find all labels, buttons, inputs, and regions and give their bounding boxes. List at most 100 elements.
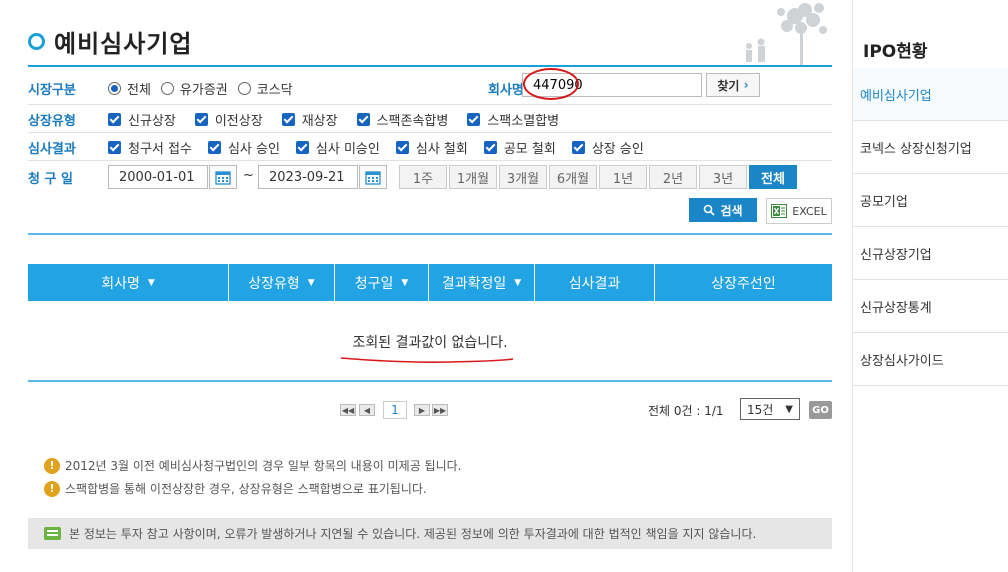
sort-down-icon: ▼ <box>307 277 315 288</box>
period-2year-button[interactable]: 2년 <box>649 165 697 189</box>
period-3month-button[interactable]: 3개월 <box>499 165 547 189</box>
search-icon <box>704 204 716 216</box>
column-underwriter: 상장주선인 <box>711 275 776 292</box>
first-page-icon: ◀◀ <box>341 405 355 415</box>
period-1month-button[interactable]: 1개월 <box>449 165 497 189</box>
message-icon <box>44 527 61 540</box>
checkbox-icon[interactable] <box>281 112 295 126</box>
page-size-select[interactable]: 15건 ▼ <box>740 398 800 420</box>
row-divider <box>28 160 832 161</box>
result-withdrawn[interactable]: 심사 철회 <box>395 138 468 157</box>
company-search-input[interactable] <box>522 73 702 97</box>
result-rejected[interactable]: 심사 미승인 <box>295 138 380 157</box>
excel-icon <box>771 204 788 218</box>
sidebar-item-preliminary-review[interactable]: 예비심사기업 <box>853 68 1008 121</box>
listing-type-transfer[interactable]: 이전상장 <box>194 110 263 129</box>
main-content: 예비심사기업 시장구분 전체 유가증권 코스닥 회사명 찾기 › <box>0 0 852 572</box>
radio-icon[interactable] <box>108 81 121 95</box>
column-company[interactable]: 회사명 ▼ <box>28 264 229 301</box>
result-offering-withdrawn[interactable]: 공모 철회 <box>483 138 556 157</box>
current-page[interactable]: 1 <box>383 401 407 419</box>
period-3year-button[interactable]: 3년 <box>699 165 747 189</box>
prev-page-icon: ◀ <box>363 405 371 415</box>
table-bottom-divider <box>28 380 832 382</box>
period-1week-button[interactable]: 1주 <box>399 165 447 189</box>
period-all-button[interactable]: 전체 <box>749 165 797 189</box>
sidebar-item-listing-stats[interactable]: 신규상장통계 <box>853 280 1008 333</box>
checkbox-icon[interactable] <box>467 112 481 126</box>
calendar-from-button[interactable] <box>209 165 237 189</box>
sidebar: IPO현황 예비심사기업 코넥스 상장신청기업 공모기업 신규상장기업 신규상장… <box>852 0 1008 572</box>
radio-icon[interactable] <box>160 81 174 95</box>
sidebar-item-konex-applicants[interactable]: 코넥스 상장신청기업 <box>853 121 1008 174</box>
warning-icon: ! <box>44 457 60 474</box>
listing-type-spac-survive[interactable]: 스팩존속합병 <box>356 110 448 129</box>
sidebar-item-public-offering[interactable]: 공모기업 <box>853 174 1008 227</box>
note-item: ! 스팩합병을 통해 이전상장한 경우, 상장유형은 스팩합병으로 표기됩니다. <box>44 480 427 497</box>
result-approved[interactable]: 심사 승인 <box>207 138 280 157</box>
checkbox-icon[interactable] <box>483 140 497 154</box>
disclaimer-box: 본 정보는 투자 참고 사항이며, 오류가 발생하거나 지연될 수 있습니다. … <box>28 518 832 549</box>
checkbox-icon[interactable] <box>356 112 370 126</box>
date-from-input[interactable]: 2000-01-01 <box>108 165 208 189</box>
prev-page-button[interactable]: ◀ <box>359 404 375 416</box>
checkbox-icon[interactable] <box>571 140 585 154</box>
period-1year-button[interactable]: 1년 <box>599 165 647 189</box>
checkbox-icon[interactable] <box>108 112 121 126</box>
title-bullet-icon <box>28 33 45 50</box>
listing-type-relisting[interactable]: 재상장 <box>281 110 338 129</box>
tree-illustration <box>746 3 827 66</box>
checkbox-icon[interactable] <box>395 140 409 154</box>
review-result-row: 심사결과 청구서 접수 심사 승인 심사 미승인 심사 철회 공모 철회 상장 … <box>28 134 832 160</box>
row-divider <box>28 132 832 133</box>
sort-down-icon: ▼ <box>514 277 522 288</box>
listing-type-label: 상장유형 <box>28 113 76 129</box>
column-listing-type[interactable]: 상장유형 ▼ <box>229 264 335 301</box>
chevron-right-icon: › <box>743 78 749 92</box>
go-button[interactable]: GO <box>809 401 832 419</box>
page-title: 예비심사기업 <box>28 24 192 59</box>
column-claim-date[interactable]: 청구일 ▼ <box>335 264 429 301</box>
checkbox-icon[interactable] <box>295 140 309 154</box>
radio-icon[interactable] <box>237 81 251 95</box>
checkbox-icon[interactable] <box>207 140 221 154</box>
company-label: 회사명 <box>488 82 524 98</box>
excel-download-button[interactable]: EXCEL <box>766 198 832 224</box>
row-divider <box>28 104 832 105</box>
market-option-all[interactable]: 전체 <box>108 79 151 98</box>
last-page-icon: ▶▶ <box>433 405 447 415</box>
note-item: ! 2012년 3월 이전 예비심사청구법인의 경우 일부 항목의 내용이 미제… <box>44 457 461 474</box>
find-button[interactable]: 찾기 › <box>706 73 760 97</box>
market-option-kospi[interactable]: 유가증권 <box>160 79 228 98</box>
market-label: 시장구분 <box>28 82 76 98</box>
sidebar-item-review-guide[interactable]: 상장심사가이드 <box>853 333 1008 386</box>
sidebar-title: IPO현황 <box>863 42 928 62</box>
column-result-date[interactable]: 결과확정일 ▼ <box>429 264 535 301</box>
sort-down-icon: ▼ <box>401 277 409 288</box>
empty-result-message: 조회된 결과값이 없습니다. <box>352 335 508 351</box>
listing-type-new[interactable]: 신규상장 <box>108 110 176 129</box>
listing-type-spac-dissolve[interactable]: 스팩소멸합병 <box>467 110 559 129</box>
claim-date-label: 청 구 일 <box>28 171 73 187</box>
total-count: 전체 0건 : 1/1 <box>648 404 724 418</box>
date-separator: ~ <box>243 168 254 183</box>
first-page-button[interactable]: ◀◀ <box>340 404 356 416</box>
checkbox-icon[interactable] <box>108 140 121 154</box>
last-page-button[interactable]: ▶▶ <box>432 404 448 416</box>
checkbox-icon[interactable] <box>194 112 208 126</box>
search-divider <box>28 233 832 235</box>
date-to-input[interactable]: 2023-09-21 <box>258 165 358 189</box>
column-review-result: 심사결과 <box>535 264 655 301</box>
calendar-to-button[interactable] <box>359 165 387 189</box>
result-filed[interactable]: 청구서 접수 <box>108 138 192 157</box>
sort-down-icon: ▼ <box>147 277 155 288</box>
next-page-button[interactable]: ▶ <box>414 404 430 416</box>
result-listing-approved[interactable]: 상장 승인 <box>571 138 644 157</box>
red-underline-annotation <box>340 357 514 363</box>
search-button[interactable]: 검색 <box>689 198 757 222</box>
period-6month-button[interactable]: 6개월 <box>549 165 597 189</box>
market-option-kosdaq[interactable]: 코스닥 <box>237 79 293 98</box>
sidebar-item-newly-listed[interactable]: 신규상장기업 <box>853 227 1008 280</box>
calendar-icon <box>365 170 381 185</box>
calendar-icon <box>215 170 231 185</box>
